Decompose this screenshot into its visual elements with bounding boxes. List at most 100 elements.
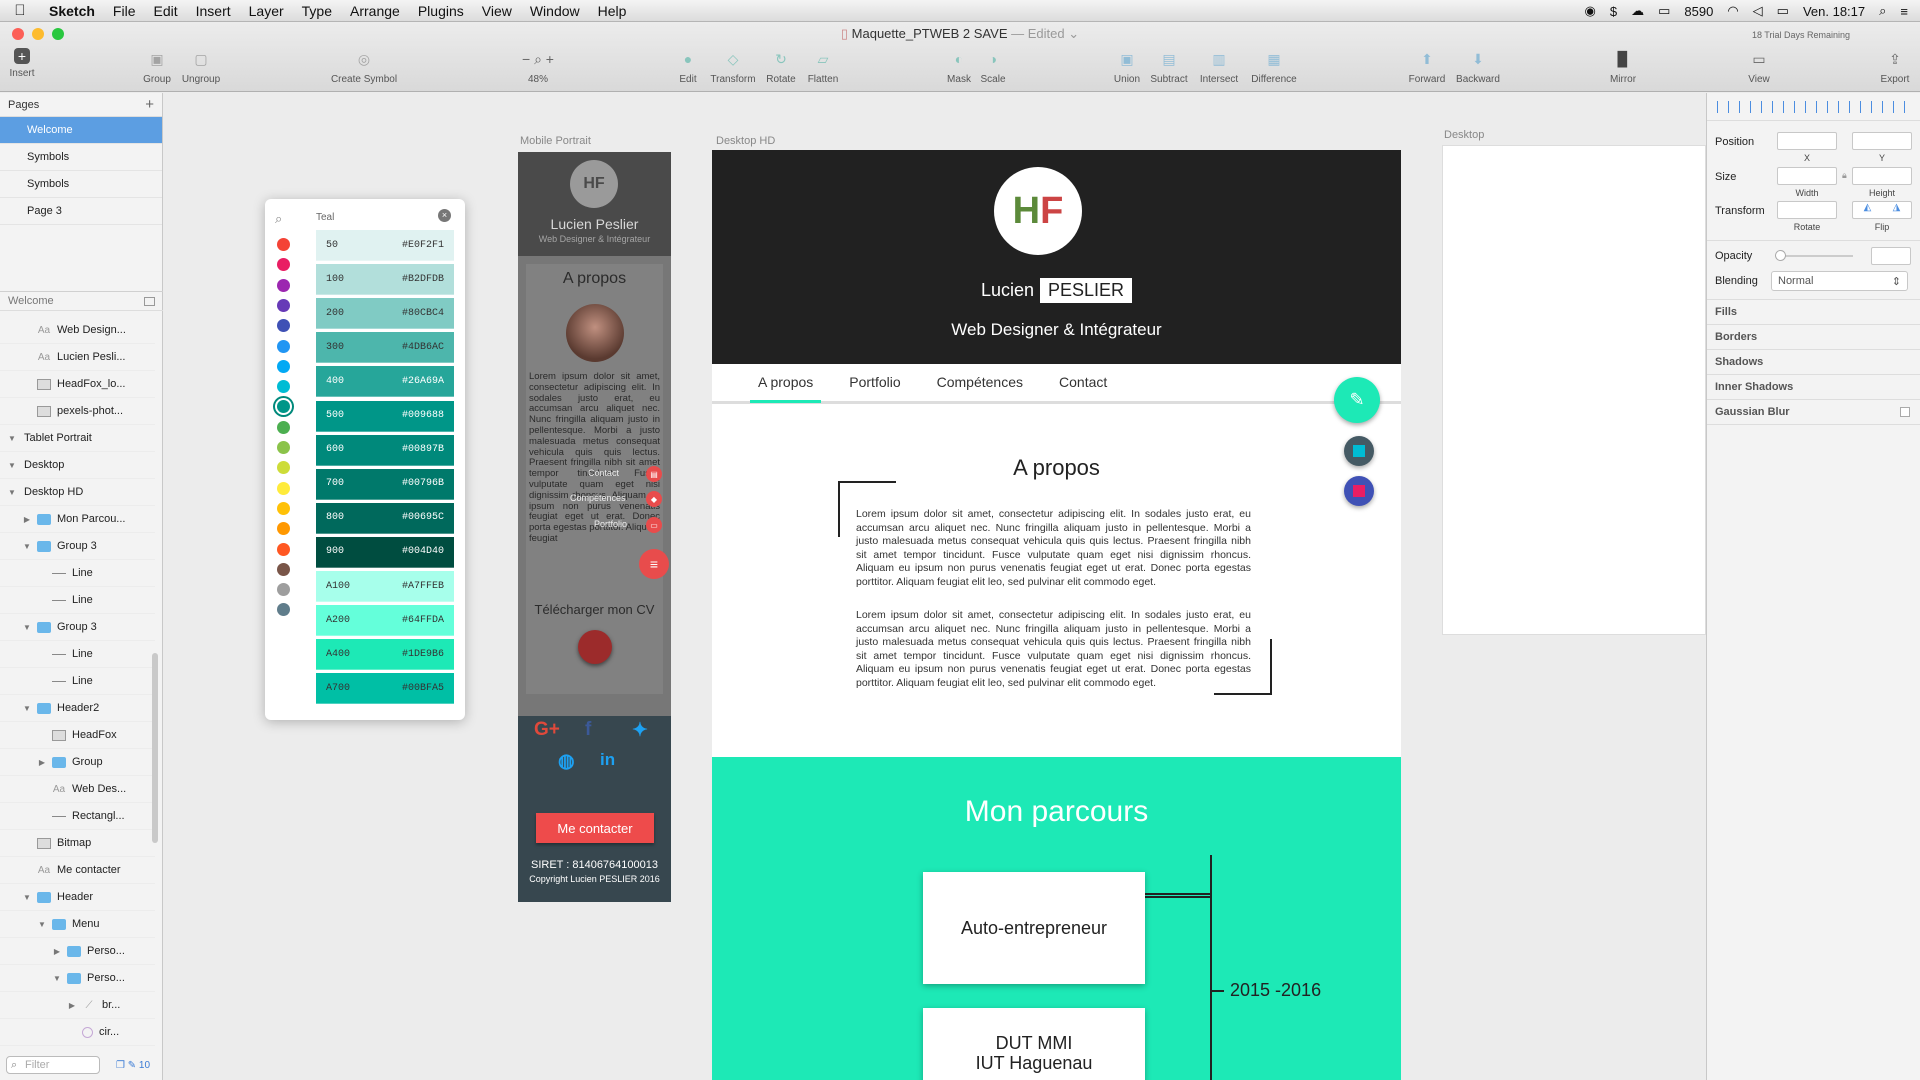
menu-plugins[interactable]: Plugins — [409, 3, 473, 19]
align-left-icon[interactable] — [1717, 101, 1729, 113]
disclosure-open-icon[interactable]: ▼ — [21, 623, 33, 632]
create-symbol-button[interactable]: ◎ Create Symbol — [331, 48, 397, 86]
color-dot[interactable] — [277, 461, 290, 475]
ungroup-button[interactable]: ▢ Ungroup — [171, 48, 231, 86]
layer-row[interactable]: Line — [0, 641, 155, 668]
distribute-v-icon[interactable] — [1871, 101, 1883, 113]
layer-row[interactable]: Rectangl... — [0, 803, 155, 830]
artboard-label-mobile[interactable]: Mobile Portrait — [520, 135, 591, 147]
layer-row[interactable]: pexels-phot... — [0, 398, 155, 425]
disclosure-closed-icon[interactable]: ▶ — [36, 758, 48, 767]
disclosure-closed-icon[interactable]: ▶ — [66, 1001, 78, 1010]
collapse-icon[interactable] — [144, 296, 155, 306]
layer-row[interactable]: Line — [0, 587, 155, 614]
layer-row[interactable]: ▼ Group 3 — [0, 614, 155, 641]
color-dot[interactable] — [277, 420, 290, 434]
position-y-field[interactable] — [1852, 132, 1912, 150]
menu-type[interactable]: Type — [293, 3, 341, 19]
blur-checkbox[interactable] — [1900, 407, 1910, 417]
color-swatch[interactable]: 900 #004D40 — [316, 536, 454, 568]
disclosure-closed-icon[interactable]: ▶ — [21, 515, 33, 524]
volume-icon[interactable]: ◁ — [1753, 3, 1763, 19]
view-button[interactable]: ▭ View — [1729, 48, 1789, 86]
disclosure-closed-icon[interactable]: ▶ — [51, 947, 63, 956]
color-dot[interactable] — [277, 319, 290, 333]
color-swatch[interactable]: 200 #80CBC4 — [316, 298, 454, 330]
disclosure-open-icon[interactable]: ▼ — [6, 434, 18, 443]
layer-row[interactable]: Line — [0, 560, 155, 587]
clock[interactable]: Ven. 18:17 — [1803, 4, 1865, 19]
color-dot[interactable] — [277, 380, 290, 394]
add-page-icon[interactable]: + — [145, 96, 154, 113]
rotate-field[interactable] — [1777, 201, 1837, 219]
google-plus-icon[interactable]: G+ — [534, 719, 560, 741]
brush-fab[interactable]: ✎ — [1334, 377, 1380, 423]
height-field[interactable] — [1852, 167, 1912, 185]
color-swatch[interactable]: 800 #00695C — [316, 502, 454, 534]
disclosure-open-icon[interactable]: ▼ — [21, 542, 33, 551]
layer-row[interactable]: HeadFox_lo... — [0, 371, 155, 398]
menu-file[interactable]: File — [104, 3, 145, 19]
disclosure-open-icon[interactable]: ▼ — [36, 920, 48, 929]
page-item[interactable]: Welcome — [0, 117, 162, 144]
color-dot[interactable] — [277, 339, 290, 353]
distribute-h-icon[interactable] — [1849, 101, 1861, 113]
facebook-icon[interactable]: f — [585, 719, 591, 741]
color-dot[interactable] — [277, 441, 290, 454]
linkedin-icon[interactable]: in — [600, 750, 615, 770]
color-dot[interactable] — [277, 258, 290, 272]
color-picker[interactable]: ⌕ Teal × 50 #E0F2F1 100 #B2DFDB 200 #80CBC4 30… — [265, 199, 465, 720]
color-swatch[interactable]: A400 #1DE9B6 — [316, 639, 454, 671]
disclosure-open-icon[interactable]: ▼ — [6, 488, 18, 497]
gaussian-blur-section[interactable]: Gaussian Blur — [1715, 406, 1790, 418]
opacity-slider[interactable] — [1775, 250, 1786, 261]
battery-icon[interactable]: ▭ — [1777, 3, 1789, 19]
color-dot[interactable] — [277, 583, 290, 597]
disclosure-open-icon[interactable]: ▼ — [51, 974, 63, 983]
dollar-icon[interactable]: $ — [1610, 4, 1617, 19]
color-swatch[interactable]: A700 #00BFA5 — [316, 673, 454, 705]
menu-insert[interactable]: Insert — [187, 3, 240, 19]
align-middle-icon[interactable] — [1805, 101, 1817, 113]
layer-row[interactable]: ▶ Group — [0, 749, 155, 776]
shield-icon[interactable]: ◆ — [646, 491, 662, 507]
cloud-icon[interactable]: ☁ — [1631, 3, 1644, 19]
color-swatch[interactable]: 400 #26A69A — [316, 366, 454, 398]
align-center-icon[interactable] — [1739, 101, 1751, 113]
menu-edit[interactable]: Edit — [144, 3, 186, 19]
nav-competences[interactable]: Compétences — [919, 364, 1041, 401]
page-item[interactable]: Page 3 — [0, 198, 162, 225]
layer-row[interactable]: Aa Me contacter — [0, 857, 155, 884]
intersect-button[interactable]: ▥ Intersect — [1189, 48, 1249, 86]
desktop-hd-artboard[interactable]: HF Lucien PESLIER Web Designer & Intégra… — [712, 150, 1401, 1080]
desktop-artboard[interactable] — [1442, 145, 1706, 635]
color-swatch[interactable]: 500 #009688 — [316, 400, 454, 432]
menu-layer[interactable]: Layer — [240, 3, 293, 19]
cyan-fab[interactable] — [1344, 436, 1374, 466]
color-dot[interactable] — [277, 278, 290, 292]
mirror-button[interactable]: ▉ Mirror — [1593, 48, 1653, 86]
layer-row[interactable]: ▶ Perso... — [0, 938, 155, 965]
layer-row[interactable]: ▶ ⟋ br... — [0, 992, 155, 1019]
menu-view[interactable]: View — [473, 3, 521, 19]
layer-row[interactable]: Aa Web Des... — [0, 776, 155, 803]
color-swatch[interactable]: 100 #B2DFDB — [316, 264, 454, 296]
lock-icon[interactable]: 🔒︎ — [1842, 170, 1847, 181]
edited-status[interactable]: — Edited ⌄ — [1011, 26, 1079, 41]
layer-row[interactable]: ▼ Menu — [0, 911, 155, 938]
color-swatch[interactable]: 600 #00897B — [316, 434, 454, 466]
wifi-icon[interactable]: ◠ — [1727, 3, 1738, 19]
color-dot[interactable] — [277, 562, 290, 576]
borders-section[interactable]: Borders — [1715, 331, 1757, 343]
color-swatch[interactable]: 50 #E0F2F1 — [316, 230, 454, 261]
layer-row[interactable]: ▼ Tablet Portrait — [0, 425, 155, 452]
page-item[interactable]: Symbols — [0, 144, 162, 171]
disclosure-open-icon[interactable]: ▼ — [6, 461, 18, 470]
display-icon[interactable]: ▭ — [1658, 3, 1670, 19]
status-count[interactable]: 8590 — [1684, 4, 1713, 19]
list-icon[interactable]: ≡ — [1900, 4, 1908, 19]
layer-row[interactable]: ▼ Desktop — [0, 452, 155, 479]
color-dot[interactable] — [277, 298, 290, 312]
apple-icon[interactable]:  — [0, 2, 40, 19]
width-field[interactable] — [1777, 167, 1837, 185]
